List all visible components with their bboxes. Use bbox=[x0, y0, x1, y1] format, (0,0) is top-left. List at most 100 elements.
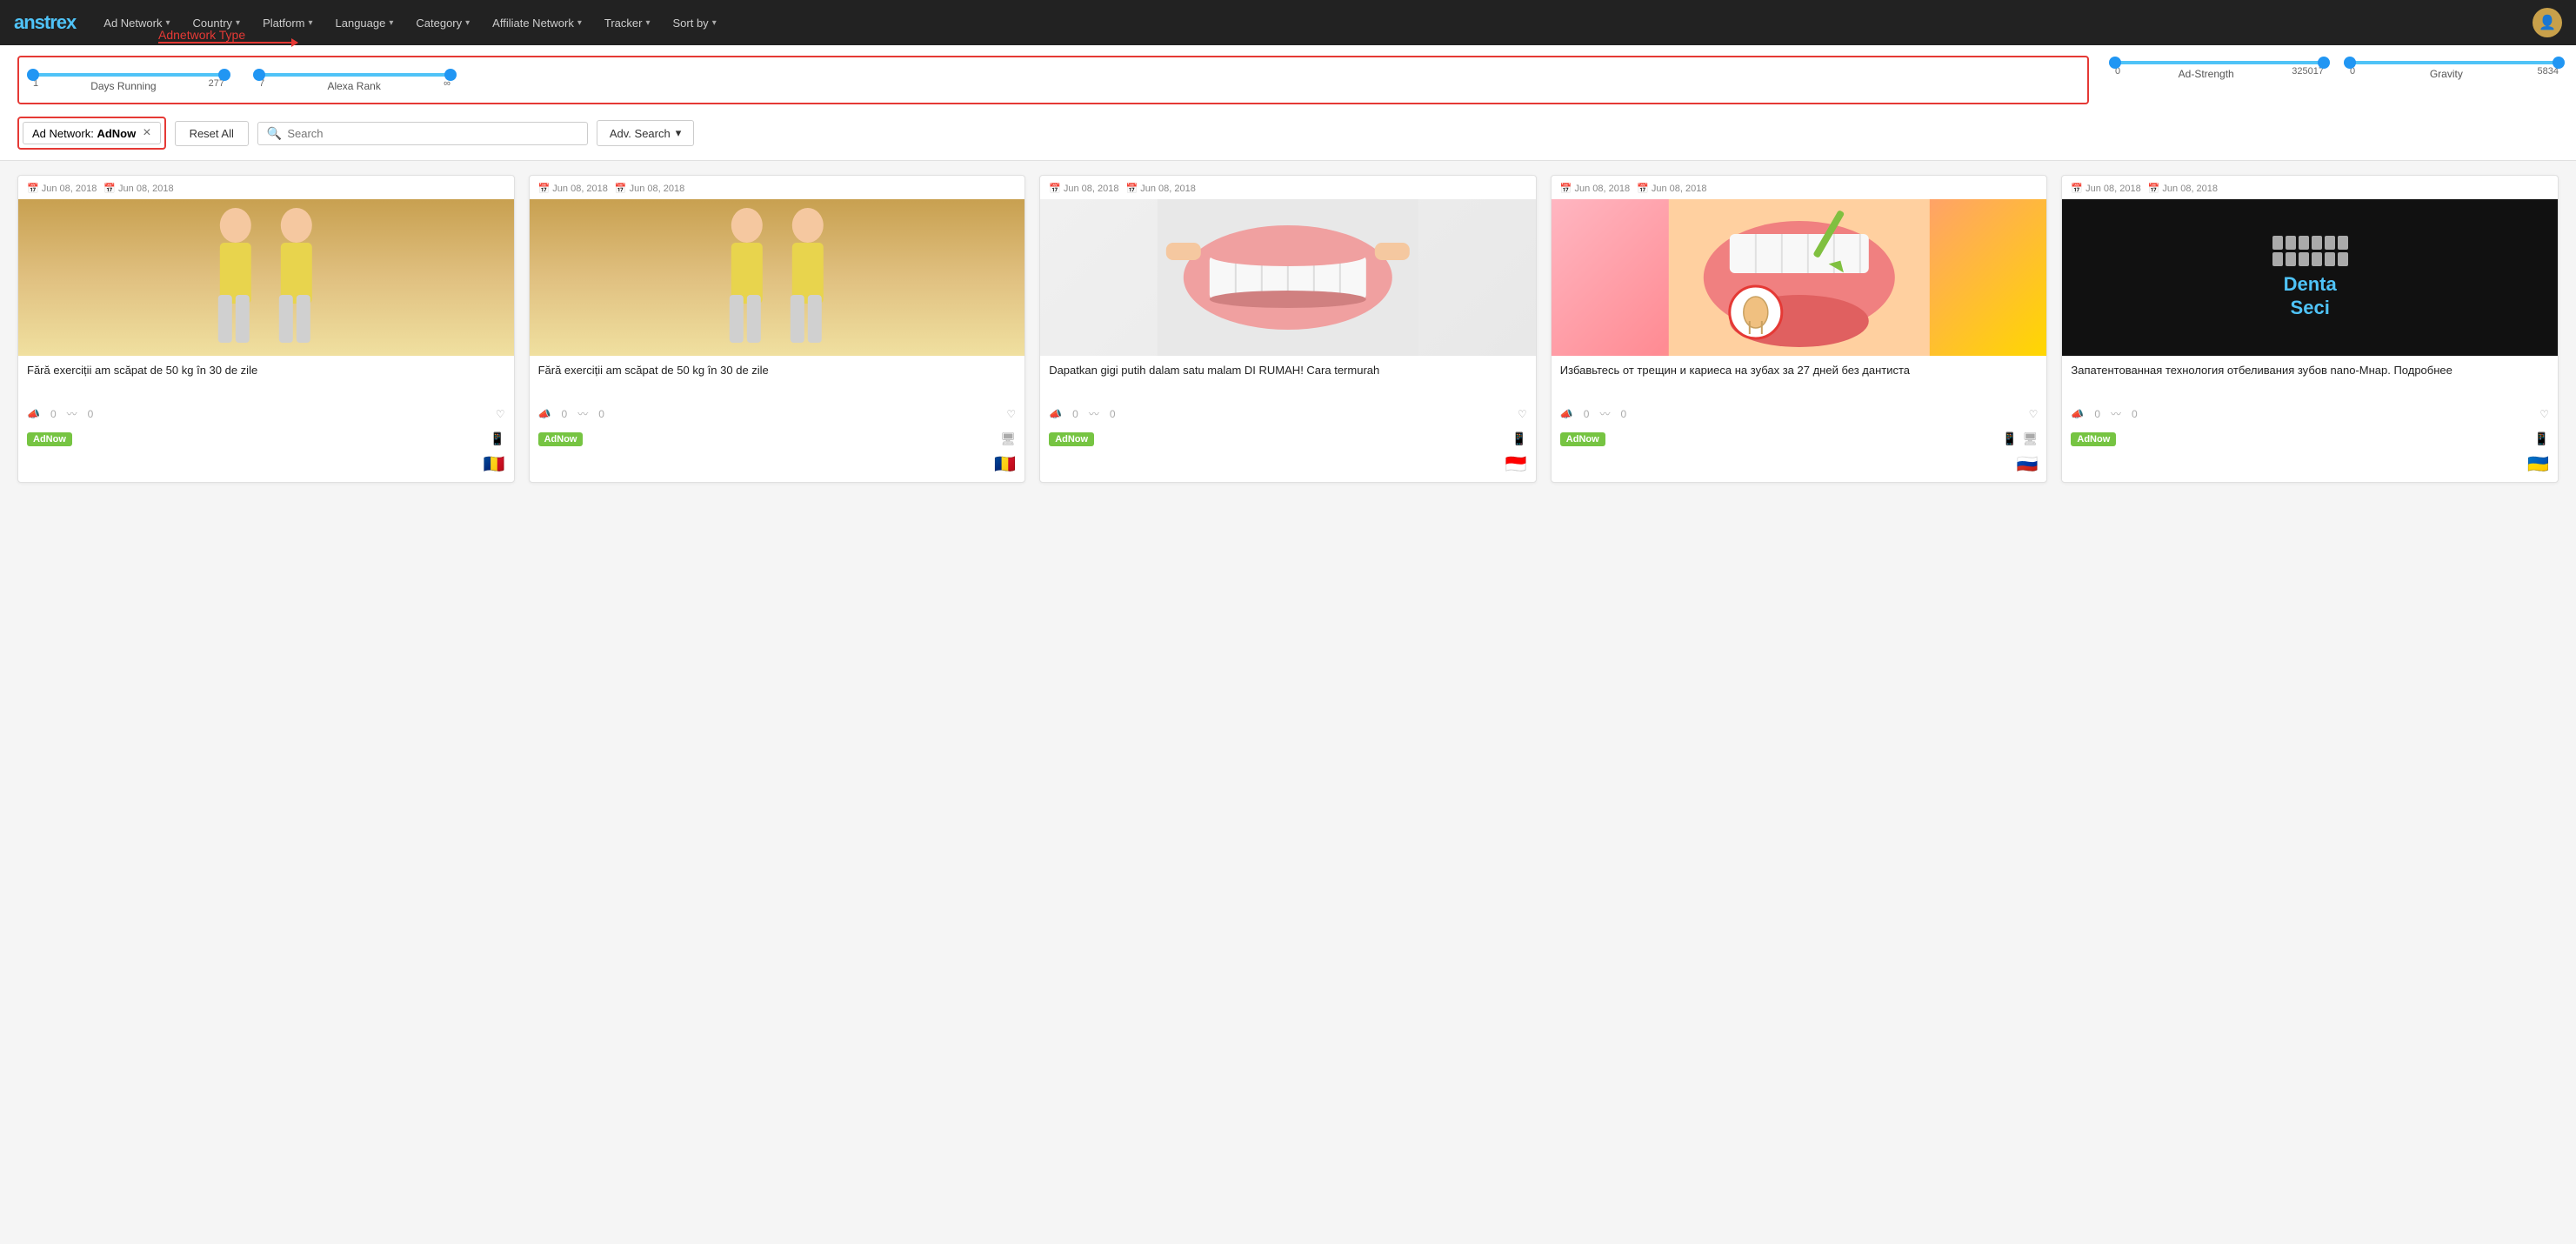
push-icon: 📣 bbox=[1560, 408, 1573, 420]
card-image[interactable] bbox=[1040, 199, 1536, 356]
caret-icon: ▾ bbox=[389, 18, 393, 28]
calendar-icon: 📅 bbox=[27, 183, 39, 194]
alexa-rank-fill bbox=[259, 73, 450, 77]
remove-filter-button[interactable]: × bbox=[143, 126, 150, 140]
nav-category[interactable]: Category ▾ bbox=[405, 11, 480, 35]
alexa-rank-thumb-left[interactable] bbox=[253, 69, 265, 81]
denta-logo-text: DentaSeci bbox=[2272, 273, 2348, 319]
card-dates: 📅 Jun 08, 2018 📅 Jun 08, 2018 bbox=[18, 176, 514, 199]
nav-sort-by[interactable]: Sort by ▾ bbox=[663, 11, 727, 35]
adv-search-button[interactable]: Adv. Search ▾ bbox=[597, 120, 694, 146]
days-running-thumb-left[interactable] bbox=[27, 69, 39, 81]
brand-logo[interactable]: anstrex bbox=[14, 11, 76, 34]
gravity-thumb-right[interactable] bbox=[2553, 57, 2565, 69]
card-stats: 📣 0 〰 0 ♡ bbox=[2062, 401, 2558, 426]
caret-icon: ▾ bbox=[308, 18, 312, 28]
network-badge: AdNow bbox=[1560, 432, 1605, 446]
days-running-thumb-right[interactable] bbox=[218, 69, 230, 81]
heart-icon[interactable]: ♡ bbox=[2539, 408, 2549, 420]
caret-icon: ▾ bbox=[165, 18, 170, 28]
card-dates: 📅 Jun 08, 2018 📅 Jun 08, 2018 bbox=[1040, 176, 1536, 199]
card-footer: AdNow 📱 bbox=[1040, 426, 1536, 453]
push-icon: 📣 bbox=[27, 408, 40, 420]
card-title: Dapatkan gigi putih dalam satu malam DI … bbox=[1040, 356, 1536, 401]
card-image[interactable]: DentaSeci bbox=[2062, 199, 2558, 356]
alexa-rank-track bbox=[259, 73, 450, 77]
network-badge: AdNow bbox=[538, 432, 584, 446]
trend-icon: 〰 bbox=[1089, 406, 1099, 421]
country-flag: 🇮🇩 bbox=[1505, 453, 1527, 475]
ad-strength-thumb-right[interactable] bbox=[2318, 57, 2330, 69]
alexa-rank-slider: 7 Alexa Rank ∞ bbox=[259, 68, 450, 92]
heart-icon[interactable]: ♡ bbox=[1518, 408, 1527, 420]
mobile-icon: 📱 bbox=[2534, 431, 2549, 446]
annotation-arrow bbox=[158, 42, 297, 43]
network-badge: AdNow bbox=[2071, 432, 2116, 446]
card-dates: 📅 Jun 08, 2018 📅 Jun 08, 2018 bbox=[1552, 176, 2047, 199]
card-title: Fără exerciții am scăpat de 50 kg în 30 … bbox=[530, 356, 1025, 401]
network-badge: AdNow bbox=[1049, 432, 1094, 446]
card-dates: 📅 Jun 08, 2018 📅 Jun 08, 2018 bbox=[530, 176, 1025, 199]
nav-right: 👤 bbox=[2533, 8, 2562, 37]
country-flag: 🇷🇴 bbox=[994, 453, 1016, 475]
network-badge: AdNow bbox=[27, 432, 72, 446]
mobile-icon: 📱 bbox=[2002, 431, 2017, 446]
nav-affiliate-network[interactable]: Affiliate Network ▾ bbox=[482, 11, 592, 35]
calendar-icon: 📅 bbox=[1049, 183, 1061, 194]
ad-strength-labels: 0 Ad-Strength 325017 bbox=[2115, 66, 2324, 80]
trend-icon: 〰 bbox=[2111, 406, 2121, 421]
device-icons: 📱 🖥 bbox=[2002, 431, 2038, 446]
heart-icon[interactable]: ♡ bbox=[1006, 408, 1016, 420]
card-footer: AdNow 🖥 bbox=[530, 426, 1025, 453]
gravity-thumb-left[interactable] bbox=[2344, 57, 2356, 69]
ad-strength-thumb-left[interactable] bbox=[2109, 57, 2121, 69]
desktop-icon: 🖥 bbox=[1000, 431, 1016, 446]
mobile-icon: 📱 bbox=[1512, 431, 1526, 446]
alexa-rank-labels: 7 Alexa Rank ∞ bbox=[259, 78, 450, 92]
card-image[interactable] bbox=[18, 199, 514, 356]
ad-card: 📅 Jun 08, 2018 📅 Jun 08, 2018 bbox=[1551, 175, 2048, 483]
days-running-track bbox=[33, 73, 224, 77]
heart-icon[interactable]: ♡ bbox=[496, 408, 505, 420]
alexa-rank-thumb-right[interactable] bbox=[444, 69, 457, 81]
device-icons: 📱 bbox=[490, 431, 504, 446]
nav-items: Ad Network ▾ Country ▾ Platform ▾ Langua… bbox=[93, 11, 2533, 35]
adnetwork-type-annotation: Adnetwork Type bbox=[158, 28, 245, 42]
card-image[interactable] bbox=[530, 199, 1025, 356]
ad-card: 📅 Jun 08, 2018 📅 Jun 08, 2018 bbox=[1039, 175, 1537, 483]
card-footer: AdNow 📱 bbox=[2062, 426, 2558, 453]
caret-icon: ▾ bbox=[465, 18, 470, 28]
filter-bar: Adnetwork Type 1 Days Running 277 bbox=[0, 45, 2576, 161]
nav-tracker[interactable]: Tracker ▾ bbox=[594, 11, 661, 35]
calendar-icon: 📅 bbox=[1126, 183, 1138, 194]
calendar-icon: 📅 bbox=[2071, 183, 2083, 194]
caret-icon: ▾ bbox=[236, 18, 240, 28]
device-icons: 🖥 bbox=[1000, 431, 1016, 446]
ad-card: 📅 Jun 08, 2018 📅 Jun 08, 2018 bbox=[2061, 175, 2559, 483]
calendar-icon: 📅 bbox=[615, 183, 627, 194]
search-input[interactable] bbox=[287, 127, 578, 140]
user-avatar[interactable]: 👤 bbox=[2533, 8, 2562, 37]
trend-icon: 〰 bbox=[1599, 406, 1610, 421]
country-flag: 🇺🇦 bbox=[2527, 453, 2549, 475]
search-row: Ad Network: AdNow × Reset All 🔍 Adv. Sea… bbox=[17, 117, 2559, 150]
search-icon: 🔍 bbox=[267, 126, 282, 141]
nav-language[interactable]: Language ▾ bbox=[325, 11, 404, 35]
brand-name: anstrex bbox=[14, 11, 76, 33]
nav-platform[interactable]: Platform ▾ bbox=[252, 11, 323, 35]
calendar-icon: 📅 bbox=[1637, 183, 1649, 194]
card-title: Запатентованная технология отбеливания з… bbox=[2062, 356, 2558, 401]
reset-all-button[interactable]: Reset All bbox=[175, 121, 249, 146]
ad-card: 📅 Jun 08, 2018 📅 Jun 08, 2018 bbox=[529, 175, 1026, 483]
card-dates: 📅 Jun 08, 2018 📅 Jun 08, 2018 bbox=[2062, 176, 2558, 199]
device-icons: 📱 bbox=[1512, 431, 1526, 446]
calendar-icon: 📅 bbox=[1560, 183, 1572, 194]
push-icon: 📣 bbox=[538, 408, 551, 420]
search-input-wrapper: 🔍 bbox=[257, 122, 588, 145]
card-image[interactable] bbox=[1552, 199, 2047, 356]
heart-icon[interactable]: ♡ bbox=[2029, 408, 2039, 420]
card-footer: AdNow 📱 bbox=[18, 426, 514, 453]
days-running-fill bbox=[33, 73, 224, 77]
caret-icon: ▾ bbox=[645, 18, 650, 28]
caret-down-icon: ▾ bbox=[676, 126, 682, 140]
